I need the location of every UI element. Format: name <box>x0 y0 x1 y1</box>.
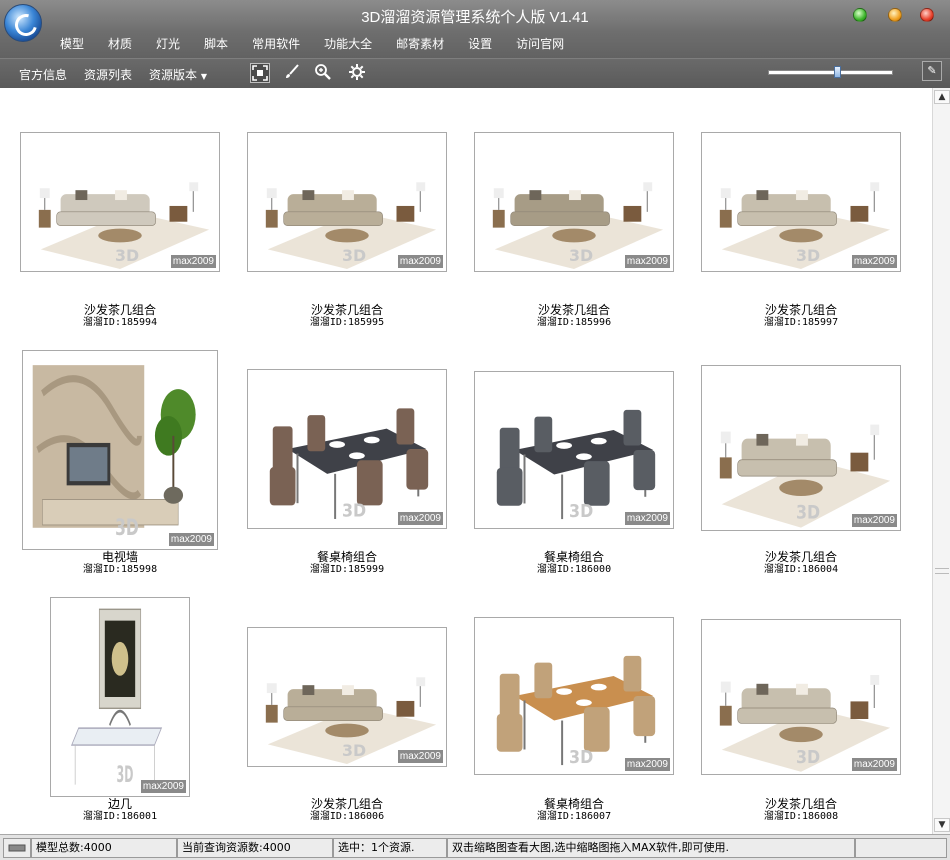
status-hint: 双击缩略图查看大图,选中缩略图拖入MAX软件,即可使用. <box>447 838 855 858</box>
resource-card[interactable]: 3D max2009 沙发茶几组合 溜溜ID:186008 <box>701 88 901 828</box>
menu-item-light[interactable]: 灯光 <box>144 35 192 53</box>
main-menu: 模型 材质 灯光 脚本 常用软件 功能大全 邮寄素材 设置 访问官网 <box>48 35 576 53</box>
resource-thumbnail[interactable]: 3D max2009 <box>701 619 901 775</box>
scroll-up-icon[interactable]: ▲ <box>934 90 950 104</box>
vertical-scrollbar[interactable]: ▲ ▼ <box>932 88 950 834</box>
menu-item-website[interactable]: 访问官网 <box>504 35 576 53</box>
title-bar: 3D溜溜资源管理系统个人版 V1.41 模型 材质 灯光 脚本 常用软件 功能大… <box>0 0 950 58</box>
watermark-badge: max2009 <box>397 750 443 763</box>
resource-name: 沙发茶几组合 <box>764 797 837 811</box>
resource-card[interactable]: 3D max2009 沙发茶几组合 溜溜ID:186006 <box>247 88 447 828</box>
menu-item-software[interactable]: 常用软件 <box>240 35 312 53</box>
watermark-badge: max2009 <box>140 780 186 793</box>
svg-text:3D: 3D <box>569 746 593 767</box>
zoom-slider-thumb[interactable] <box>834 66 841 78</box>
svg-text:3D: 3D <box>117 762 134 789</box>
resource-card[interactable]: 3D max2009 餐桌椅组合 溜溜ID:186007 <box>474 88 674 828</box>
resource-version-label: 资源版本 <box>149 68 198 82</box>
resource-id: 溜溜ID:186001 <box>82 811 158 822</box>
zoom-slider-track[interactable] <box>768 70 893 75</box>
resource-id: 溜溜ID:186008 <box>763 811 839 822</box>
close-button[interactable] <box>920 8 934 22</box>
resource-card[interactable]: 3D max2009 边几 溜溜ID:186001 <box>20 88 220 828</box>
fit-view-icon[interactable] <box>250 63 270 83</box>
resource-list-button[interactable]: 资源列表 <box>84 66 132 83</box>
watermark-badge: max2009 <box>851 758 897 771</box>
resource-name: 餐桌椅组合 <box>543 797 604 811</box>
menu-item-script[interactable]: 脚本 <box>192 35 240 53</box>
scroll-down-icon[interactable]: ▼ <box>934 818 950 832</box>
status-extra <box>855 838 947 858</box>
resource-thumbnail[interactable]: 3D max2009 <box>474 617 674 775</box>
status-bar: 模型总数:4000 当前查询资源数:4000 选中：1个资源. 双击缩略图查看大… <box>0 834 950 860</box>
status-indicator-icon <box>3 838 31 858</box>
resource-id: 溜溜ID:186006 <box>309 811 385 822</box>
resource-name: 边几 <box>107 797 132 811</box>
resource-name: 沙发茶几组合 <box>310 797 383 811</box>
brush-icon[interactable] <box>282 63 302 83</box>
pin-icon[interactable]: ✎ <box>922 61 942 81</box>
status-query-count: 当前查询资源数:4000 <box>177 838 333 858</box>
official-info-button[interactable]: 官方信息 <box>19 66 67 83</box>
menu-item-functions[interactable]: 功能大全 <box>312 35 384 53</box>
zoom-icon[interactable] <box>313 63 333 83</box>
menu-item-material[interactable]: 材质 <box>96 35 144 53</box>
resource-version-dropdown[interactable]: 资源版本 ▼ <box>149 66 207 83</box>
scrollbar-thumb[interactable] <box>935 568 949 574</box>
menu-item-model[interactable]: 模型 <box>48 35 96 53</box>
menu-item-settings[interactable]: 设置 <box>456 35 504 53</box>
status-total-models: 模型总数:4000 <box>31 838 177 858</box>
svg-text:3D: 3D <box>342 741 366 760</box>
svg-text:3D: 3D <box>796 746 820 767</box>
resource-thumbnail[interactable]: 3D max2009 <box>50 597 190 797</box>
settings-gear-icon[interactable] <box>347 63 367 83</box>
menu-item-mail-assets[interactable]: 邮寄素材 <box>384 35 456 53</box>
chevron-down-icon: ▼ <box>200 72 207 81</box>
green-window-button[interactable] <box>853 8 867 22</box>
app-window: 3D溜溜资源管理系统个人版 V1.41 模型 材质 灯光 脚本 常用软件 功能大… <box>0 0 950 860</box>
watermark-badge: max2009 <box>624 758 670 771</box>
resource-grid: 3D max2009 沙发茶几组合 溜溜ID:185994 3D max2009 沙发茶几组… <box>0 88 932 834</box>
resource-id: 溜溜ID:186007 <box>536 811 612 822</box>
status-selected-count: 选中：1个资源. <box>333 838 447 858</box>
resource-thumbnail[interactable]: 3D max2009 <box>247 627 447 767</box>
window-title: 3D溜溜资源管理系统个人版 V1.41 <box>361 9 589 26</box>
minimize-button[interactable] <box>888 8 902 22</box>
